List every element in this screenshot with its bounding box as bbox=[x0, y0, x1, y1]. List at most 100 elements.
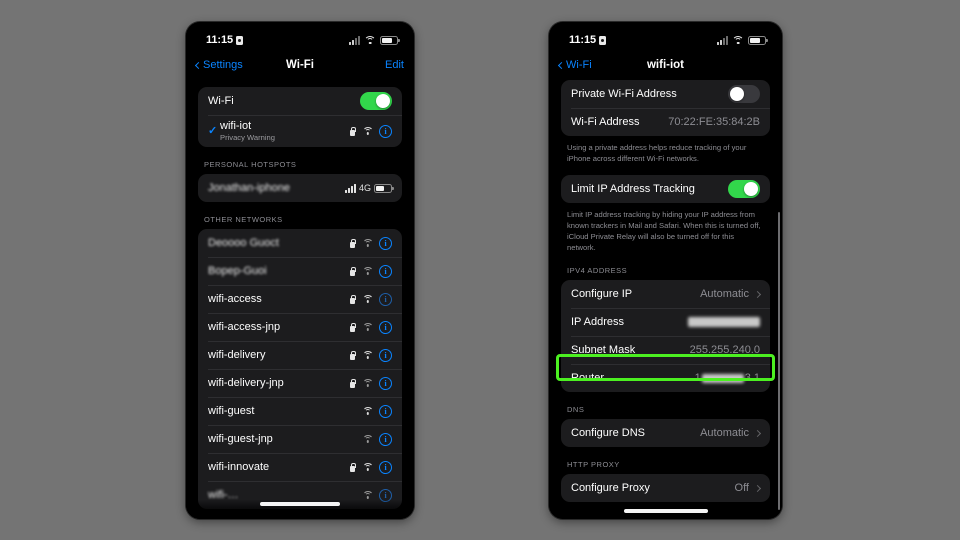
wifi-icon bbox=[364, 35, 376, 45]
cellular-bars-icon bbox=[344, 183, 356, 193]
network-row[interactable]: wifi-access-jnp i bbox=[198, 313, 402, 341]
router-value-redacted bbox=[701, 373, 744, 383]
ip-address-label: IP Address bbox=[571, 316, 624, 328]
router-value-suffix: 3.1 bbox=[744, 372, 760, 384]
info-icon[interactable]: i bbox=[379, 376, 392, 390]
home-indicator[interactable] bbox=[623, 509, 708, 513]
other-networks-group: Deoooo Guoct i Bopep-Guoi i wifi-access … bbox=[198, 229, 402, 509]
wifi-signal-icon bbox=[362, 379, 373, 387]
configure-proxy-label: Configure Proxy bbox=[571, 482, 650, 494]
checkmark-icon: ✓ bbox=[208, 124, 218, 137]
wifi-signal-icon bbox=[362, 295, 373, 303]
info-icon[interactable]: i bbox=[379, 404, 392, 418]
left-phone-screen: 11:15 Settings Wi-Fi Edit Wi-Fi ✓ wifi-i… bbox=[186, 22, 414, 519]
hotspot-name: Jonathan-iphone bbox=[208, 182, 290, 194]
lock-icon bbox=[349, 350, 357, 360]
info-icon[interactable]: i bbox=[379, 348, 392, 362]
back-button-wifi[interactable]: Wi-Fi bbox=[557, 59, 592, 71]
hotspot-status-icons: 4G bbox=[344, 183, 394, 193]
left-phone-frame: 11:15 Settings Wi-Fi Edit Wi-Fi ✓ wifi-i… bbox=[186, 22, 414, 519]
other-networks-header: OTHER NETWORKS bbox=[204, 215, 283, 224]
subnet-mask-value: 255.255.240.0 bbox=[689, 344, 760, 356]
network-row[interactable]: wifi-delivery i bbox=[198, 341, 402, 369]
home-indicator[interactable] bbox=[260, 502, 340, 506]
vertical-scrollbar[interactable] bbox=[777, 212, 780, 510]
edit-button[interactable]: Edit bbox=[385, 59, 404, 71]
info-icon[interactable]: i bbox=[379, 264, 392, 278]
network-row[interactable]: wifi-innovate i bbox=[198, 453, 402, 481]
status-time: 11:15 bbox=[206, 34, 244, 46]
private-wifi-address-label: Private Wi-Fi Address bbox=[571, 88, 677, 100]
network-name: wifi-access-jnp bbox=[208, 321, 281, 333]
network-row[interactable]: wifi-guest i bbox=[198, 397, 402, 425]
ipv4-header: IPV4 ADDRESS bbox=[567, 266, 628, 275]
network-name: wifi-delivery bbox=[208, 349, 266, 361]
wifi-address-label: Wi-Fi Address bbox=[571, 116, 640, 128]
info-icon[interactable]: i bbox=[379, 320, 392, 334]
dns-group: Configure DNS Automatic bbox=[561, 419, 770, 447]
info-icon[interactable]: i bbox=[379, 124, 392, 138]
network-row[interactable]: Deoooo Guoct i bbox=[198, 229, 402, 257]
info-icon[interactable]: i bbox=[379, 460, 392, 474]
wifi-signal-icon bbox=[362, 407, 373, 415]
subnet-mask-row: Subnet Mask 255.255.240.0 bbox=[561, 336, 770, 364]
network-name: wifi-guest bbox=[208, 405, 255, 417]
network-icons: i bbox=[349, 376, 392, 390]
network-row[interactable]: wifi-access i bbox=[198, 285, 402, 313]
lock-icon bbox=[349, 322, 357, 332]
network-row[interactable]: Bopep-Guoi i bbox=[198, 257, 402, 285]
configure-ip-row[interactable]: Configure IP Automatic bbox=[561, 280, 770, 308]
network-icons: i bbox=[349, 292, 392, 306]
right-content: Private Wi-Fi Address Wi-Fi Address 70:2… bbox=[549, 80, 782, 502]
wifi-icon bbox=[732, 35, 744, 45]
private-wifi-address-row[interactable]: Private Wi-Fi Address bbox=[561, 80, 770, 108]
configure-dns-label: Configure DNS bbox=[571, 427, 645, 439]
network-row[interactable]: wifi-guest-jnp i bbox=[198, 425, 402, 453]
connected-network-name: wifi-iot bbox=[220, 120, 252, 133]
limit-ip-tracking-toggle[interactable] bbox=[728, 180, 760, 198]
wifi-toggle-row[interactable]: Wi-Fi bbox=[198, 87, 402, 115]
ip-address-value-redacted bbox=[688, 316, 760, 328]
dns-header: DNS bbox=[567, 405, 585, 414]
left-nav-bar: Settings Wi-Fi Edit bbox=[186, 52, 414, 78]
wifi-toggle-switch[interactable] bbox=[360, 92, 392, 110]
right-phone-frame: 11:15 Wi-Fi wifi-iot Private Wi-Fi Addre… bbox=[549, 22, 782, 519]
configure-proxy-row[interactable]: Configure Proxy Off bbox=[561, 474, 770, 502]
battery-icon bbox=[380, 35, 400, 45]
info-icon[interactable]: i bbox=[379, 432, 392, 446]
back-button-label: Wi-Fi bbox=[566, 59, 592, 71]
connected-network-row[interactable]: ✓ wifi-iot Privacy Warning i bbox=[198, 115, 402, 147]
lock-icon bbox=[349, 238, 357, 248]
subnet-mask-label: Subnet Mask bbox=[571, 344, 636, 356]
network-icons: i bbox=[349, 236, 392, 250]
left-content: Wi-Fi ✓ wifi-iot Privacy Warning i PERSO… bbox=[186, 87, 414, 509]
battery-icon bbox=[374, 183, 394, 193]
network-icons: i bbox=[349, 320, 392, 334]
connected-network-info: wifi-iot Privacy Warning bbox=[220, 120, 349, 142]
configure-dns-row[interactable]: Configure DNS Automatic bbox=[561, 419, 770, 447]
lock-icon bbox=[236, 35, 244, 45]
back-button-settings[interactable]: Settings bbox=[194, 59, 243, 71]
info-icon[interactable]: i bbox=[379, 292, 392, 306]
info-icon[interactable]: i bbox=[379, 236, 392, 250]
wifi-signal-icon bbox=[362, 491, 373, 499]
personal-hotspots-header: PERSONAL HOTSPOTS bbox=[204, 160, 297, 169]
network-name: wifi-delivery-jnp bbox=[208, 377, 284, 389]
private-wifi-address-toggle[interactable] bbox=[728, 85, 760, 103]
hotspot-network-type: 4G bbox=[358, 183, 371, 193]
network-icons: i bbox=[362, 488, 392, 502]
right-status-bar: 11:15 bbox=[549, 22, 782, 52]
info-icon[interactable]: i bbox=[379, 488, 392, 502]
right-phone-screen: 11:15 Wi-Fi wifi-iot Private Wi-Fi Addre… bbox=[549, 22, 782, 519]
hotspot-row[interactable]: Jonathan-iphone 4G bbox=[198, 174, 402, 202]
limit-ip-tracking-row[interactable]: Limit IP Address Tracking bbox=[561, 175, 770, 203]
cellular-bars-icon bbox=[349, 35, 360, 45]
network-row[interactable]: wifi-delivery-jnp i bbox=[198, 369, 402, 397]
status-time-text: 11:15 bbox=[206, 34, 234, 46]
lock-icon bbox=[349, 266, 357, 276]
wifi-signal-icon bbox=[362, 351, 373, 359]
left-status-bar: 11:15 bbox=[186, 22, 414, 52]
wifi-signal-icon bbox=[362, 323, 373, 331]
status-indicators bbox=[349, 35, 400, 45]
lock-icon bbox=[349, 126, 357, 136]
